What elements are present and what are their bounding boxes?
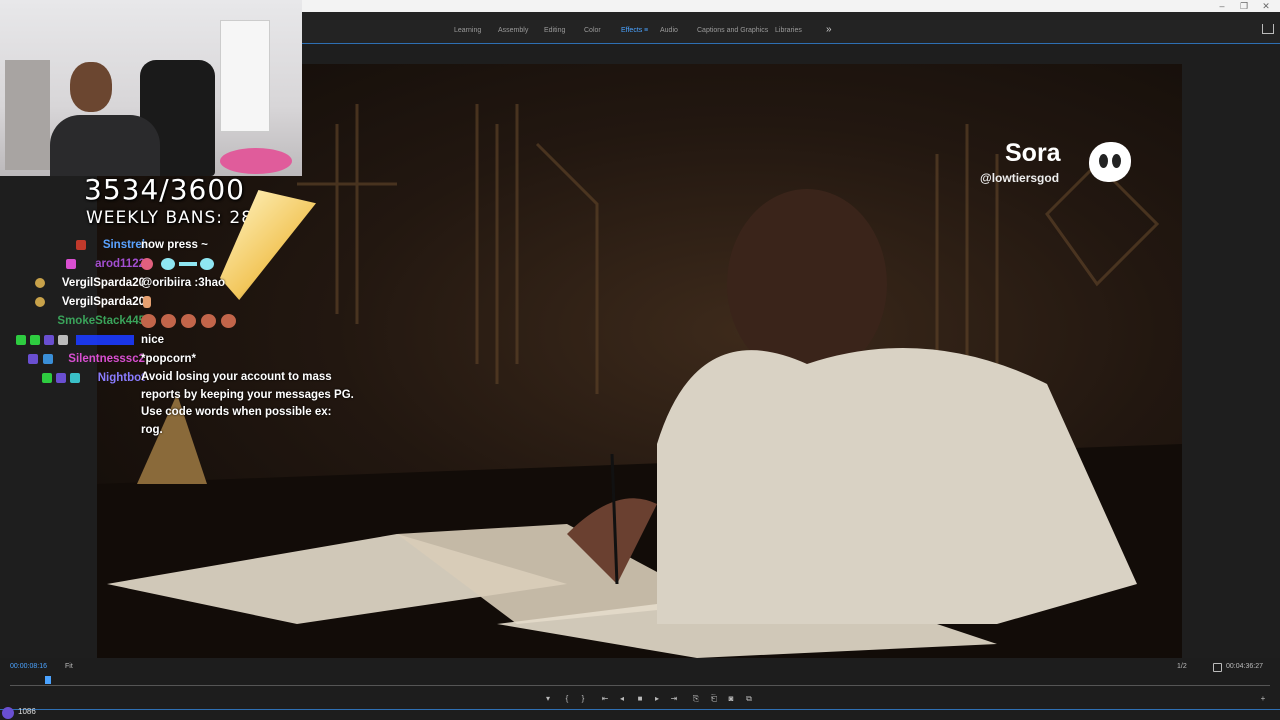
emote-row-icon [141,314,236,328]
chat-message: VergilSparda20 [0,293,360,311]
chat-text: *popcorn* [141,353,196,365]
ban-counter: 3534/3600 [84,173,245,206]
scrub-bar[interactable] [10,685,1270,686]
chat-username[interactable]: arod1122 [95,255,145,273]
chat-message: VergilSparda20 @oribiira :3hao [0,274,360,292]
badge-icon [58,335,68,345]
badge-icon [16,335,26,345]
step-back-icon[interactable]: ◂ [617,694,627,704]
webcam-person-body [50,115,160,176]
chat-message: arod1122 [0,255,360,273]
chat-message: Silentnesssc2 *popcorn* [0,350,360,368]
sora-logo-icon [1089,142,1131,182]
emote-row-icon [141,258,215,270]
badge-icon [30,335,40,345]
chat-message: nice [0,331,360,349]
watermark-handle: @lowtiersgod [980,171,1060,185]
webcam-door [220,20,270,132]
transport-bar [0,658,1280,720]
fit-dropdown[interactable]: Fit [65,663,73,670]
step-forward-icon[interactable]: ▸ [652,694,662,704]
chat-text: now press ~ [141,239,208,251]
badge-icon [28,354,38,364]
stop-icon[interactable]: ■ [635,694,645,704]
playhead[interactable] [44,676,51,684]
badge-icon [43,354,53,364]
chat-message: Sinstrel now press ~ [0,236,360,254]
go-to-out-icon[interactable]: ⇥ [669,694,679,704]
out-point-icon[interactable]: } [578,694,588,704]
viewer-icon [2,707,14,719]
tab-menu-icon[interactable]: ≡ [644,12,648,44]
go-to-in-icon[interactable]: ⇤ [600,694,610,704]
tab-libraries[interactable]: Libraries [775,12,802,44]
chat-username[interactable]: VergilSparda20 [62,293,145,311]
webcam-flower-cushion [220,148,292,174]
current-timecode[interactable]: 00:00:08:16 [10,663,47,670]
more-tabs-icon[interactable]: » [826,12,832,44]
minimize-button[interactable]: – [1210,0,1234,12]
comparison-view-icon[interactable]: ⧉ [744,694,754,704]
tab-effects[interactable]: Effects [621,12,642,44]
close-button[interactable]: ✕ [1254,0,1278,12]
tab-editing[interactable]: Editing [544,12,565,44]
chat-username[interactable]: VergilSparda20 [62,274,145,292]
chat-text: Avoid losing your account to mass report… [141,371,354,436]
wrench-icon[interactable] [1213,663,1222,672]
chat-message: SmokeStack445 [0,312,360,330]
chat-username[interactable]: Nightbot [98,369,145,387]
insert-icon[interactable]: ⎘ [691,694,701,704]
chat-username[interactable]: Silentnesssc2 [68,350,145,368]
badge-icon [35,278,45,288]
viewer-count: 1086 [18,707,36,716]
redacted-username[interactable] [76,335,134,345]
badge-icon [35,297,45,307]
badge-icon [44,335,54,345]
webcam-cat-tree [5,60,50,170]
tab-learning[interactable]: Learning [454,12,481,44]
chat-text: @oribiira :3hao [141,277,226,289]
chat-username[interactable]: SmokeStack445 [57,312,145,330]
chat-text: nice [141,334,165,346]
weekly-bans-label: WEEKLY BANS: 287 [86,208,265,228]
panel-divider [0,709,1280,710]
add-button-icon[interactable]: + [1258,694,1268,704]
in-point-icon[interactable]: { [562,694,572,704]
chat-message: Nightbot Avoid losing your account to ma… [0,369,360,449]
watermark-brand: Sora [1005,139,1061,167]
tab-captions-and-graphics[interactable]: Captions and Graphics [697,12,768,44]
duration-timecode: 00:04:36:27 [1226,663,1263,670]
webcam-overlay [0,0,302,176]
person-shirt [657,348,1137,624]
share-icon[interactable] [1262,24,1274,34]
badge-icon [42,373,52,383]
badge-icon [70,373,80,383]
badge-icon [76,240,86,250]
marker-icon[interactable]: ▾ [543,694,553,704]
emote-icon [143,296,151,308]
tab-color[interactable]: Color [584,12,601,44]
resolution-dropdown[interactable]: 1/2 [1177,663,1187,670]
tab-audio[interactable]: Audio [660,12,678,44]
badge-icon [56,373,66,383]
chat-username[interactable]: Sinstrel [103,236,145,254]
overwrite-icon[interactable]: ⎗ [709,694,719,704]
camera-icon[interactable]: ◙ [726,694,736,704]
badge-icon [66,259,76,269]
restore-button[interactable]: ❐ [1232,0,1256,12]
webcam-person-head [70,62,112,112]
tab-assembly[interactable]: Assembly [498,12,528,44]
